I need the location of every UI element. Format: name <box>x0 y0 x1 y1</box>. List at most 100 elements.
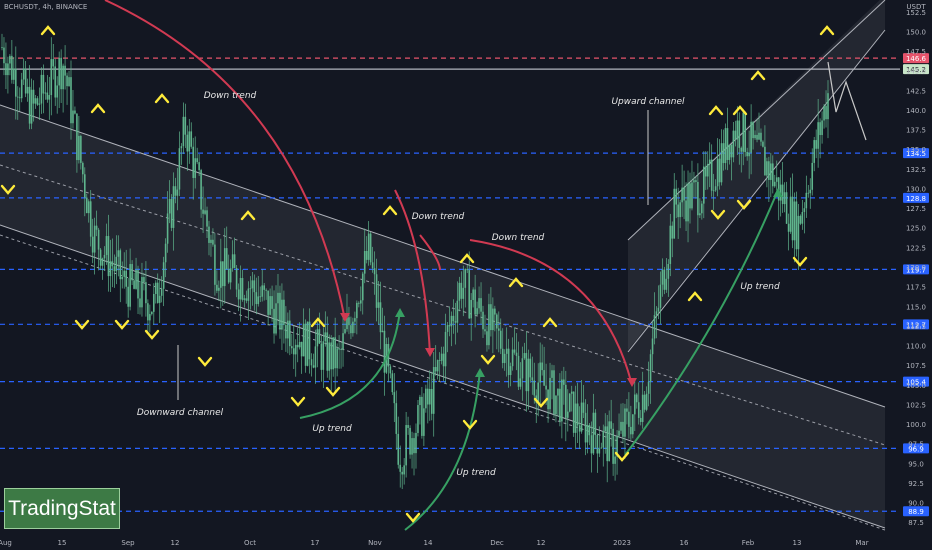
candle-body <box>602 431 605 448</box>
candle-body <box>78 135 80 161</box>
x-tick-label: 12 <box>537 539 546 547</box>
candle-body <box>600 447 603 449</box>
candle-body <box>56 85 58 98</box>
candle-body <box>54 66 57 98</box>
symbol-label: BCHUSDT, 4h, BINANCE <box>4 3 88 11</box>
x-tick-label: 16 <box>680 539 689 547</box>
candle-body <box>324 332 327 342</box>
candle-body <box>669 225 672 264</box>
candle-body <box>318 329 321 344</box>
candle-body <box>172 186 175 228</box>
candle-body <box>720 143 723 183</box>
candle-body <box>218 287 220 291</box>
candle-body <box>574 403 577 433</box>
y-tick-label: 112.5 <box>906 323 926 331</box>
candle-body <box>401 471 403 475</box>
candle-body <box>706 164 709 177</box>
x-tick-label: Sep <box>121 539 135 547</box>
candle-body <box>592 412 595 454</box>
x-tick-label: 14 <box>424 539 433 547</box>
candle-body <box>726 128 729 160</box>
candle-body <box>657 307 660 312</box>
candle-body <box>635 394 638 403</box>
candle-body <box>119 250 122 280</box>
candle-body <box>480 298 482 312</box>
x-tick-label: 2023 <box>613 539 631 547</box>
candle-body <box>89 201 92 237</box>
candle-body <box>630 426 632 435</box>
candle-body <box>825 106 827 120</box>
y-tick-label: 87.5 <box>908 519 924 527</box>
candle-body <box>427 388 429 405</box>
candle-body <box>685 200 687 222</box>
candle-body <box>787 223 790 232</box>
candle-body <box>147 303 149 321</box>
candle-body <box>320 343 323 370</box>
candle-body <box>308 321 311 360</box>
candle-body <box>48 95 51 100</box>
candle-body <box>539 362 541 383</box>
candle-body <box>557 388 559 396</box>
candle-body <box>783 192 786 205</box>
candle-body <box>381 330 384 333</box>
candle-body <box>501 348 504 364</box>
candle-body <box>135 270 137 289</box>
x-tick-label: Aug <box>0 539 12 547</box>
candle-body <box>407 425 409 428</box>
candle-body <box>133 280 135 289</box>
candle-body <box>409 427 411 455</box>
candle-body <box>695 180 697 182</box>
candle-body <box>245 298 248 301</box>
candle-body <box>16 96 19 98</box>
candle-body <box>18 97 21 99</box>
candle-body <box>334 337 336 369</box>
candle-body <box>499 330 502 349</box>
candle-body <box>699 213 701 216</box>
candle-body <box>647 381 650 394</box>
candle-body <box>22 68 25 80</box>
level-label-146.6: 146.6 <box>906 55 927 63</box>
candle-body <box>105 236 108 255</box>
candle-body <box>462 287 465 299</box>
candle-body <box>716 158 719 187</box>
candle-body <box>356 302 358 319</box>
candle-body <box>760 132 762 142</box>
candle-body <box>180 146 183 149</box>
candle-body <box>770 163 772 180</box>
candle-body <box>214 244 216 285</box>
candle-body <box>413 438 415 454</box>
candle-body <box>208 226 210 243</box>
x-tick-label: 15 <box>58 539 67 547</box>
candle-body <box>194 158 196 178</box>
candle-body <box>350 325 352 334</box>
candle-body <box>9 55 11 64</box>
candle-body <box>306 321 309 366</box>
candle-body <box>742 112 745 152</box>
candle-body <box>332 337 334 370</box>
candle-body <box>367 233 370 260</box>
candle-body <box>428 389 431 405</box>
candle-body <box>584 412 587 443</box>
candle-body <box>137 270 139 299</box>
candle-body <box>515 352 518 356</box>
candle-body <box>614 456 616 464</box>
candle-body <box>598 448 601 454</box>
candle-body <box>239 277 242 300</box>
candle-body <box>14 68 17 97</box>
candle-body <box>496 314 498 329</box>
price-chart[interactable]: 146.6145.2134.5128.8119.7112.7105.496.98… <box>0 0 932 550</box>
candle-body <box>649 354 652 382</box>
y-tick-label: 147.5 <box>906 48 926 56</box>
candle-body <box>643 394 646 410</box>
candle-body <box>292 348 295 355</box>
candle-body <box>689 183 691 209</box>
candle-body <box>756 134 758 140</box>
y-tick-label: 127.5 <box>906 205 926 213</box>
candle-body <box>436 360 439 372</box>
x-tick-label: 12 <box>171 539 180 547</box>
level-label-88.9: 88.9 <box>908 508 924 516</box>
candle-body <box>805 192 808 209</box>
candle-body <box>265 289 267 291</box>
candle-body <box>801 211 804 224</box>
candle-body <box>231 254 234 269</box>
